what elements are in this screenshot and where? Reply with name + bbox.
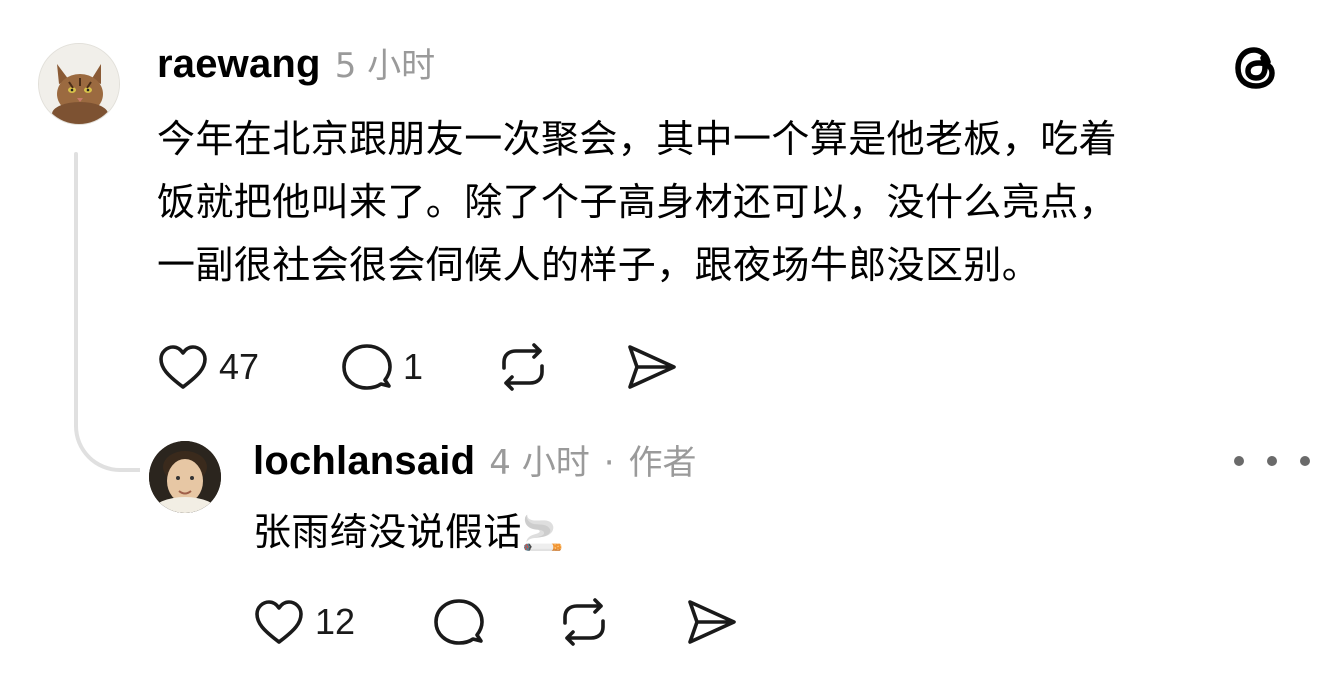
avatar[interactable] <box>149 441 221 513</box>
timestamp: 5 小时 <box>334 46 436 86</box>
share-button[interactable] <box>684 597 738 647</box>
heart-icon <box>159 345 207 389</box>
repost-button[interactable] <box>496 342 550 392</box>
dot <box>1300 456 1310 466</box>
dot <box>1267 456 1277 466</box>
reply-button[interactable]: 1 <box>341 342 423 392</box>
cat-avatar-icon <box>39 44 119 124</box>
username[interactable]: raewang <box>157 42 321 87</box>
reply-button[interactable] <box>433 597 485 647</box>
timestamp: 4 小时 <box>489 443 590 483</box>
cigarette-emoji: 🚬 <box>521 514 565 554</box>
like-button[interactable]: 47 <box>157 343 259 391</box>
like-count: 12 <box>315 601 356 642</box>
repost-icon <box>563 598 605 646</box>
reply-header: lochlansaid 4 小时 · 作者 <box>253 435 697 484</box>
send-icon <box>688 600 736 644</box>
author-badge: 作者 <box>628 443 697 483</box>
dot <box>1234 456 1244 466</box>
post-line: 一副很社会很会伺候人的样子，跟夜场牛郎没区别。 <box>157 243 1041 287</box>
thread-line <box>74 152 78 422</box>
more-options-icon[interactable] <box>1234 449 1310 473</box>
post-line: 今年在北京跟朋友一次聚会，其中一个算是他老板，吃着 <box>157 117 1118 161</box>
like-button[interactable]: 12 <box>253 598 355 646</box>
reply-text: 张雨绮没说假话 <box>253 510 522 554</box>
threads-logo-icon[interactable] <box>1230 42 1282 94</box>
share-button[interactable] <box>624 342 678 392</box>
comment-icon <box>434 599 484 645</box>
post-header: raewang 5 小时 <box>157 38 435 87</box>
username[interactable]: lochlansaid <box>253 439 475 484</box>
reply-body: 张雨绮没说假话🚬 <box>253 504 565 562</box>
comment-icon <box>342 344 392 390</box>
person-avatar-icon <box>149 441 221 513</box>
send-icon <box>628 345 676 389</box>
repost-button[interactable] <box>557 597 611 647</box>
post-body: 今年在北京跟朋友一次聚会，其中一个算是他老板，吃着 饭就把他叫来了。除了个子高身… <box>157 108 1287 297</box>
separator: · <box>603 443 615 483</box>
avatar[interactable] <box>38 43 120 125</box>
thread-connector <box>74 410 140 472</box>
post-line: 饭就把他叫来了。除了个子高身材还可以，没什么亮点， <box>157 180 1118 224</box>
repost-icon <box>502 343 544 391</box>
reply-count: 1 <box>403 346 424 387</box>
like-count: 47 <box>219 346 260 387</box>
heart-icon <box>255 600 303 644</box>
